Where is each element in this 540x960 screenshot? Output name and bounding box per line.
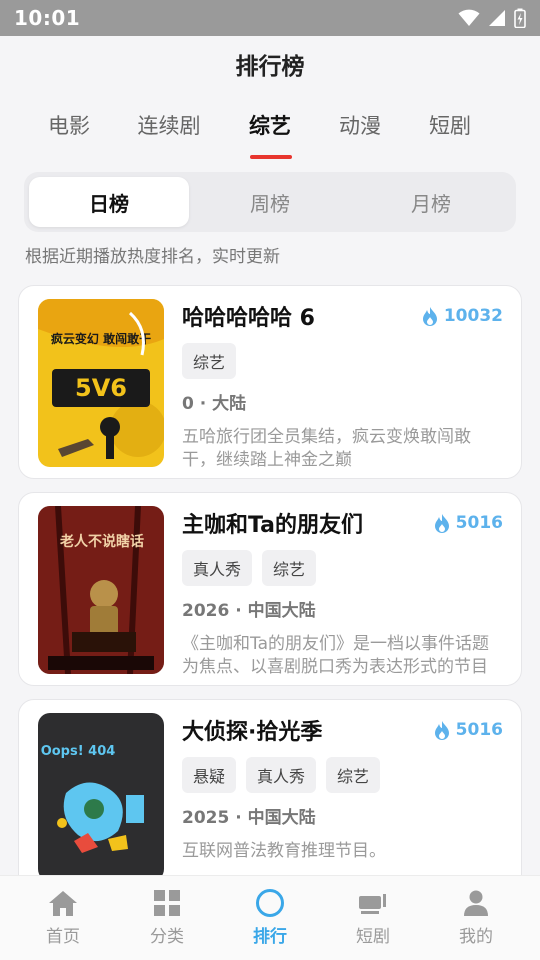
tag: 悬疑: [182, 757, 237, 793]
profile-icon: [464, 890, 488, 916]
card-description: 《主咖和Ta的朋友们》是一档以事件话题为焦点、以喜剧脱口秀为表达形式的节目: [182, 634, 489, 677]
poster-caption: 老人不说瞎话: [60, 533, 144, 550]
nav-label: 分类: [150, 927, 184, 947]
category-tabs: 电影 连续剧 综艺 动漫 短剧: [0, 98, 540, 160]
card-title: 主咖和Ta的朋友们: [182, 513, 364, 538]
tag-list: 综艺: [182, 343, 237, 379]
status-time: 10:01: [14, 6, 81, 30]
tag: 真人秀: [182, 550, 253, 586]
card-meta: 2026 · 中国大陆: [182, 601, 316, 621]
poster-image: Oops! 404: [38, 713, 164, 875]
ranking-list[interactable]: 5V6 疯云变幻 敢闯敢干 哈哈哈哈哈 6 10032 综艺 0 · 大陆 五哈…: [18, 285, 522, 875]
tag-list: 悬疑 真人秀 综艺: [182, 757, 381, 793]
nav-item-profile[interactable]: 我的: [424, 888, 528, 947]
grid-icon: [154, 890, 180, 916]
poster-image: 老人不说瞎话: [38, 506, 164, 674]
heat-score: 10032: [422, 306, 503, 326]
tag-list: 真人秀 综艺: [182, 550, 317, 586]
active-tab-indicator: [250, 155, 292, 159]
status-icons: [458, 8, 526, 28]
page-header: 排行榜: [0, 36, 540, 92]
period-tab-monthly[interactable]: 月榜: [351, 177, 511, 227]
poster-caption: 疯云变幻 敢闯敢干: [51, 331, 151, 346]
battery-icon: [514, 8, 526, 28]
card-description: 互联网普法教育推理节目。: [182, 841, 386, 861]
ranking-hint: 根据近期播放热度排名，实时更新: [25, 247, 280, 267]
tab-movie[interactable]: 电影: [48, 110, 90, 140]
period-segmented-control: 日榜 周榜 月榜: [24, 172, 516, 232]
tab-series[interactable]: 连续剧: [138, 110, 201, 140]
home-icon: [49, 891, 77, 916]
nav-item-home[interactable]: 首页: [11, 888, 115, 947]
wifi-icon: [458, 9, 480, 26]
period-tab-weekly[interactable]: 周榜: [190, 177, 350, 227]
heat-score: 5016: [434, 513, 503, 533]
signal-icon: [489, 10, 505, 26]
poster-image: 5V6 疯云变幻 敢闯敢干: [38, 299, 164, 467]
heat-score: 5016: [434, 720, 503, 740]
nav-item-ranking[interactable]: 排行: [218, 888, 322, 947]
svg-text:5V6: 5V6: [75, 374, 127, 402]
status-bar: 10:01: [0, 0, 540, 36]
ranking-card[interactable]: Oops! 404 大侦探·拾光季 5016 悬疑 真人秀 综艺 2025 · …: [18, 699, 522, 875]
tab-variety[interactable]: 综艺: [249, 110, 291, 140]
heat-value: 10032: [443, 306, 503, 326]
flame-icon: [434, 514, 449, 533]
card-meta: 0 · 大陆: [182, 394, 247, 414]
flame-icon: [422, 307, 437, 326]
card-description: 五哈旅行团全员集结，疯云变焕敢闯敢干，继续踏上神金之巅: [182, 427, 471, 470]
nav-label: 首页: [46, 927, 80, 947]
card-title: 大侦探·拾光季: [182, 720, 323, 745]
tag: 真人秀: [246, 757, 317, 793]
poster-caption: Oops! 404: [41, 744, 116, 759]
tag: 综艺: [326, 757, 381, 793]
bottom-nav: 首页 分类 排行 短剧 我的: [0, 875, 540, 960]
ranking-card[interactable]: 5V6 疯云变幻 敢闯敢干 哈哈哈哈哈 6 10032 综艺 0 · 大陆 五哈…: [18, 285, 522, 479]
heat-value: 5016: [455, 513, 503, 533]
tab-short-drama[interactable]: 短剧: [429, 110, 471, 140]
tab-anime[interactable]: 动漫: [339, 110, 381, 140]
nav-item-short-drama[interactable]: 短剧: [321, 888, 425, 947]
heat-value: 5016: [455, 720, 503, 740]
short-drama-icon: [359, 894, 386, 914]
ranking-icon: [256, 889, 284, 917]
card-meta: 2025 · 中国大陆: [182, 808, 316, 828]
nav-label: 我的: [459, 927, 493, 947]
nav-item-category[interactable]: 分类: [115, 888, 219, 947]
flame-icon: [434, 721, 449, 740]
nav-label: 短剧: [356, 927, 390, 947]
tag: 综艺: [182, 343, 237, 379]
tag: 综艺: [262, 550, 317, 586]
ranking-card[interactable]: 老人不说瞎话 主咖和Ta的朋友们 5016 真人秀 综艺 2026 · 中国大陆…: [18, 492, 522, 686]
period-tab-daily[interactable]: 日榜: [29, 177, 189, 227]
card-title: 哈哈哈哈哈 6: [182, 306, 315, 331]
page-title: 排行榜: [235, 54, 305, 80]
nav-label: 排行: [253, 927, 287, 947]
